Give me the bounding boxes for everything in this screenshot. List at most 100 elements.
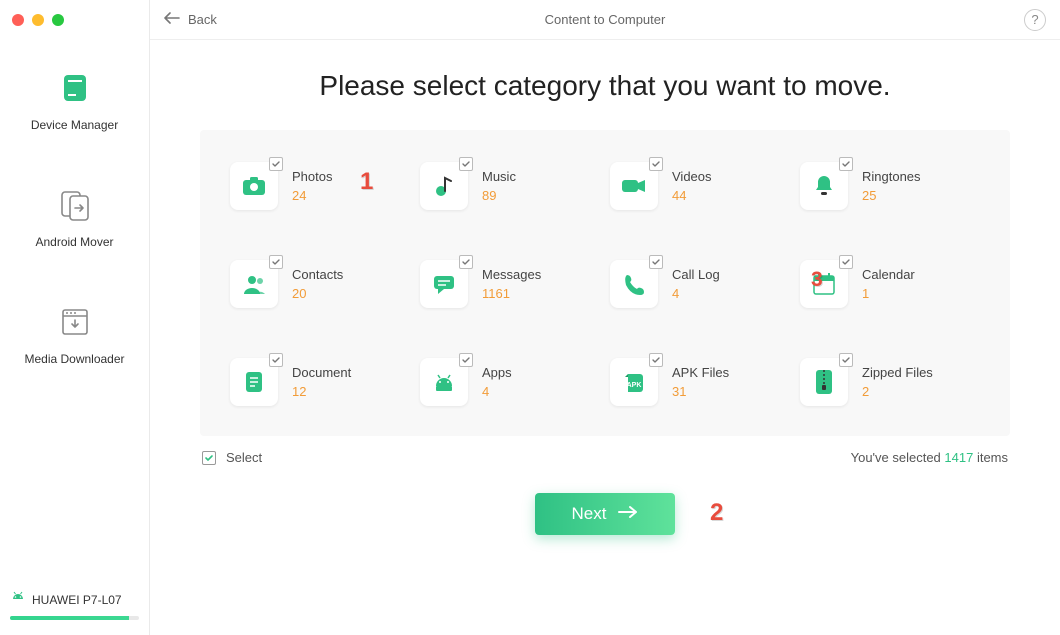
category-label: Videos <box>672 169 712 184</box>
category-label: Call Log <box>672 267 720 282</box>
content: Please select category that you want to … <box>150 40 1060 635</box>
photos-icon <box>230 162 278 210</box>
category-videos[interactable]: Videos 44 <box>610 162 790 210</box>
sidebar-item-label: Device Manager <box>31 118 118 132</box>
checkbox-icon[interactable] <box>269 353 283 367</box>
sidebar-item-device-manager[interactable]: Device Manager <box>0 70 149 132</box>
annotation-1: 1 <box>360 168 373 196</box>
category-zipped[interactable]: Zipped Files 2 <box>800 358 980 406</box>
category-count: 4 <box>482 384 512 399</box>
topbar: Back Content to Computer ? <box>150 0 1060 40</box>
selected-summary: You've selected 1417 items <box>851 450 1008 465</box>
calllog-icon <box>610 260 658 308</box>
svg-text:APK: APK <box>627 382 642 389</box>
category-count: 4 <box>672 286 720 301</box>
zipped-icon <box>800 358 848 406</box>
media-downloader-icon <box>57 304 93 340</box>
sidebar-item-media-downloader[interactable]: Media Downloader <box>0 304 149 366</box>
sidebar-item-label: Android Mover <box>35 235 113 249</box>
category-count: 20 <box>292 286 343 301</box>
ringtones-icon <box>800 162 848 210</box>
checkbox-icon[interactable] <box>839 353 853 367</box>
checkbox-icon[interactable] <box>269 157 283 171</box>
category-label: Messages <box>482 267 541 282</box>
sidebar-item-label: Media Downloader <box>24 352 124 366</box>
close-icon[interactable] <box>12 14 24 26</box>
arrow-right-icon <box>618 504 638 524</box>
window-controls <box>0 0 150 40</box>
category-count: 44 <box>672 188 712 203</box>
android-mover-icon <box>57 187 93 223</box>
category-document[interactable]: Document 12 <box>230 358 410 406</box>
category-label: Calendar <box>862 267 915 282</box>
checkbox-icon[interactable] <box>649 353 663 367</box>
category-label: Document <box>292 365 351 380</box>
contacts-icon <box>230 260 278 308</box>
checkbox-icon[interactable] <box>649 157 663 171</box>
category-label: Music <box>482 169 516 184</box>
maximize-icon[interactable] <box>52 14 64 26</box>
category-grid: Photos 24 1 Music 89 <box>200 130 1010 436</box>
category-apps[interactable]: Apps 4 <box>420 358 600 406</box>
annotation-2: 2 <box>710 499 723 527</box>
page-title: Content to Computer <box>150 12 1060 27</box>
category-label: Photos <box>292 169 332 184</box>
minimize-icon[interactable] <box>32 14 44 26</box>
checkbox-icon[interactable] <box>459 255 473 269</box>
bottom-row: Select You've selected 1417 items <box>200 436 1010 465</box>
back-label: Back <box>188 12 217 27</box>
storage-bar <box>10 616 139 620</box>
main: Back Content to Computer ? Please select… <box>150 0 1060 635</box>
category-count: 89 <box>482 188 516 203</box>
apps-icon <box>420 358 468 406</box>
category-contacts[interactable]: Contacts 20 <box>230 260 410 308</box>
category-music[interactable]: Music 89 <box>420 162 600 210</box>
category-count: 1 <box>862 286 915 301</box>
music-icon <box>420 162 468 210</box>
sidebar: Device Manager Android Mover Media Downl… <box>0 0 150 635</box>
category-photos[interactable]: Photos 24 1 <box>230 162 410 210</box>
help-button[interactable]: ? <box>1024 9 1046 31</box>
category-label: Zipped Files <box>862 365 933 380</box>
category-count: 12 <box>292 384 351 399</box>
category-label: Ringtones <box>862 169 921 184</box>
next-label: Next <box>572 504 607 524</box>
checkbox-icon <box>202 451 216 465</box>
category-count: 31 <box>672 384 729 399</box>
sidebar-items: Device Manager Android Mover Media Downl… <box>0 40 149 366</box>
device-indicator[interactable]: HUAWEI P7-L07 <box>0 579 149 635</box>
category-messages[interactable]: Messages 1161 <box>420 260 600 308</box>
select-all-checkbox[interactable]: Select <box>202 450 262 465</box>
category-ringtones[interactable]: Ringtones 25 <box>800 162 980 210</box>
storage-fill <box>10 616 129 620</box>
select-all-label: Select <box>226 450 262 465</box>
category-calllog[interactable]: Call Log 4 <box>610 260 790 308</box>
help-icon: ? <box>1031 12 1038 27</box>
back-arrow-icon <box>164 12 180 27</box>
videos-icon <box>610 162 658 210</box>
category-count: 2 <box>862 384 933 399</box>
category-count: 1161 <box>482 286 541 301</box>
category-label: Apps <box>482 365 512 380</box>
checkbox-icon[interactable] <box>839 255 853 269</box>
category-calendar[interactable]: 3 Calendar 1 <box>800 260 980 308</box>
headline: Please select category that you want to … <box>200 70 1010 102</box>
sidebar-item-android-mover[interactable]: Android Mover <box>0 187 149 249</box>
back-button[interactable]: Back <box>164 12 217 27</box>
checkbox-icon[interactable] <box>459 353 473 367</box>
messages-icon <box>420 260 468 308</box>
checkbox-icon[interactable] <box>269 255 283 269</box>
android-icon <box>10 589 26 610</box>
next-row: Next 2 <box>200 493 1010 535</box>
category-count: 24 <box>292 188 332 203</box>
checkbox-icon[interactable] <box>649 255 663 269</box>
category-apk[interactable]: APK APK Files 31 <box>610 358 790 406</box>
category-count: 25 <box>862 188 921 203</box>
device-name: HUAWEI P7-L07 <box>32 593 122 607</box>
next-button[interactable]: Next <box>535 493 675 535</box>
checkbox-icon[interactable] <box>839 157 853 171</box>
checkbox-icon[interactable] <box>459 157 473 171</box>
category-label: APK Files <box>672 365 729 380</box>
document-icon <box>230 358 278 406</box>
apk-icon: APK <box>610 358 658 406</box>
